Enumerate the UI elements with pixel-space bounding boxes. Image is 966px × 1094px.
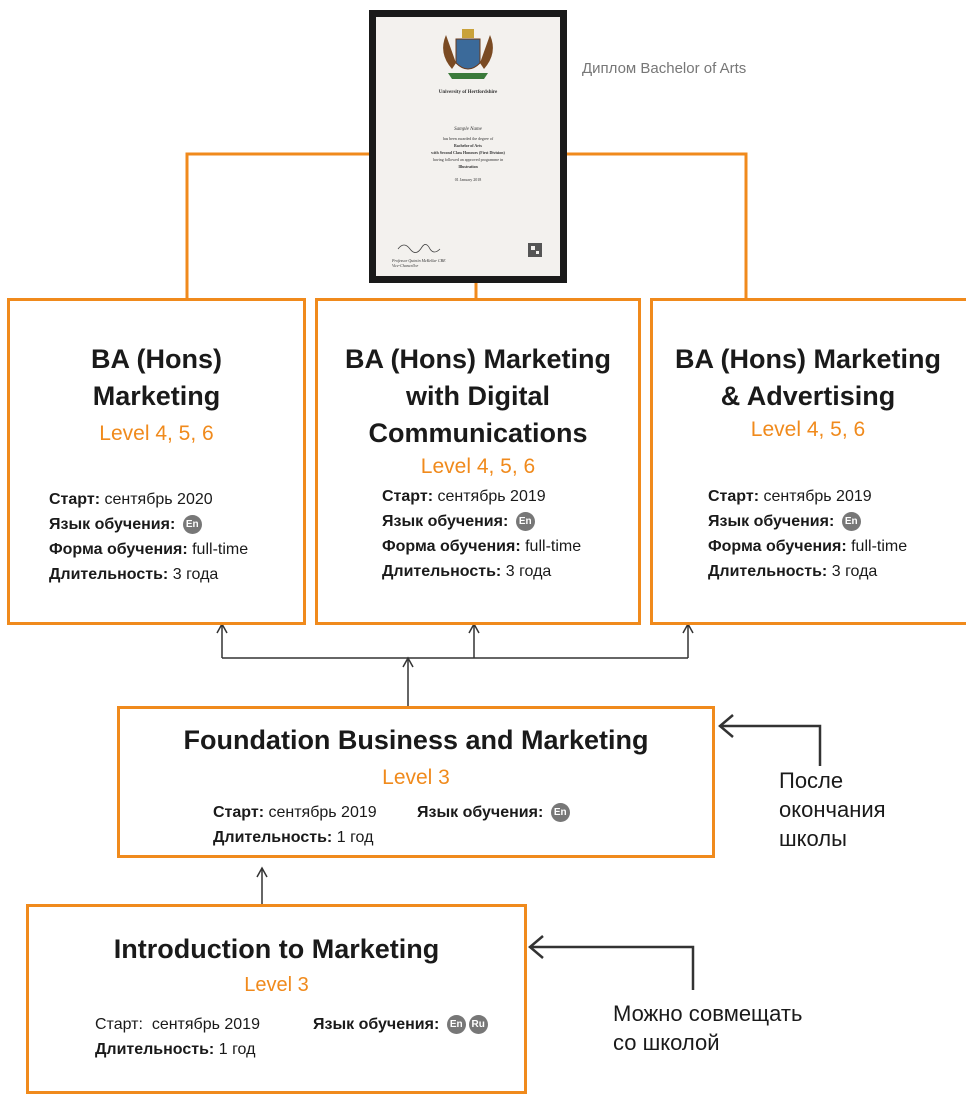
program-title-line: with Digital — [406, 381, 550, 411]
start-label: Старт: — [95, 1016, 143, 1033]
program-title-line: Communications — [368, 418, 588, 448]
diploma-line1: has been awarded the degree of — [442, 136, 494, 141]
foundation-language: Язык обучения: En — [417, 800, 570, 825]
with-school-arrow — [530, 945, 695, 990]
diploma-date: 01 January 2018 — [454, 177, 482, 182]
duration-label: Длительность: — [213, 829, 333, 846]
program-level: Level 4, 5, 6 — [99, 422, 214, 445]
note-line: окончания — [779, 797, 886, 822]
diploma-caption: Диплом Bachelor of Arts — [582, 60, 747, 77]
program-title-line: Marketing — [92, 381, 221, 411]
foundation-title: Foundation Business and Marketing — [183, 725, 649, 755]
duration-label: Длительность: — [708, 563, 828, 580]
note-line: Можно совмещать — [613, 1001, 803, 1026]
program-title-line: BA (Hons) Marketing — [674, 344, 941, 374]
diploma-university: University of Hertfordshire — [438, 90, 498, 95]
duration-value: 3 года — [172, 566, 219, 583]
diploma-honours: with Second Class Honours (First Divisio… — [431, 150, 505, 155]
program-level: Level 4, 5, 6 — [750, 418, 866, 441]
diploma-degree: Bachelor of Arts — [454, 143, 482, 148]
diploma-signatory-title: Vice-Chancellor — [392, 263, 419, 268]
start-label: Старт: — [49, 491, 101, 508]
foundation-card: Foundation Business and Marketing Level … — [117, 706, 715, 858]
foundation-level: Level 3 — [382, 766, 450, 789]
language-label: Язык обучения: — [417, 804, 544, 821]
program-title-line: BA (Hons) — [91, 344, 222, 374]
language-label: Язык обучения: — [708, 513, 835, 530]
start-value: сентябрь 2019 — [437, 488, 546, 505]
intro-title: Introduction to Marketing — [113, 934, 440, 964]
diploma-paper: University of Hertfordshire Sample Name … — [376, 17, 560, 276]
diploma-image: University of Hertfordshire Sample Name … — [369, 10, 567, 283]
program-info: Старт: сентябрь 2019 Язык обучения: En Ф… — [708, 484, 907, 584]
program-title-line: BA (Hons) Marketing — [344, 344, 611, 374]
language-badge-ru: Ru — [468, 1015, 488, 1035]
diploma-line2: having followed an approved programme in — [432, 157, 504, 162]
program-card-ba-marketing-advertising: BA (Hons) Marketing & Advertising Level … — [650, 298, 966, 625]
form-label: Форма обучения: — [708, 538, 847, 555]
duration-value: 1 год — [336, 829, 374, 846]
diploma-name: Sample Name — [454, 127, 482, 132]
language-badge-en: En — [841, 512, 861, 532]
start-value: сентябрь 2019 — [268, 804, 377, 821]
start-value: сентябрь 2019 — [151, 1016, 260, 1033]
start-value: сентябрь 2020 — [104, 491, 213, 508]
program-title-line: & Advertising — [720, 381, 896, 411]
language-label: Язык обучения: — [49, 516, 176, 533]
start-label: Старт: — [382, 488, 434, 505]
note-line: После — [779, 768, 844, 793]
duration-label: Длительность: — [382, 563, 502, 580]
language-badge-en: En — [515, 512, 535, 532]
program-card-ba-marketing-digital: BA (Hons) Marketing with Digital Communi… — [315, 298, 641, 625]
start-value: сентябрь 2019 — [763, 488, 872, 505]
duration-label: Длительность: — [95, 1041, 215, 1058]
form-label: Форма обучения: — [49, 541, 188, 558]
program-level: Level 4, 5, 6 — [420, 455, 536, 478]
form-value: full-time — [851, 538, 908, 555]
diploma-connector-left — [185, 152, 369, 299]
language-label: Язык обучения: — [382, 513, 509, 530]
note-line: со школой — [613, 1030, 720, 1055]
form-value: full-time — [525, 538, 582, 555]
form-label: Форма обучения: — [382, 538, 521, 555]
note-line: школы — [779, 826, 847, 851]
with-school-note: Можно совмещать со школой — [613, 999, 802, 1057]
intro-info: Старт: сентябрь 2019 Длительность: 1 год — [95, 1012, 260, 1062]
after-school-arrow — [720, 724, 822, 766]
program-info: Старт: сентябрь 2020 Язык обучения: En Ф… — [49, 487, 248, 587]
language-badge-en: En — [182, 515, 202, 535]
diploma-connector-right — [567, 152, 748, 299]
form-value: full-time — [192, 541, 249, 558]
after-school-note: После окончания школы — [779, 766, 886, 853]
foundation-info: Старт: сентябрь 2019 Длительность: 1 год — [213, 800, 377, 850]
language-badge-en: En — [446, 1015, 466, 1035]
program-card-ba-marketing: BA (Hons) Marketing Level 4, 5, 6 Старт:… — [7, 298, 306, 625]
start-label: Старт: — [213, 804, 265, 821]
intro-card: Introduction to Marketing Level 3 Старт:… — [26, 904, 527, 1094]
start-label: Старт: — [708, 488, 760, 505]
language-label: Язык обучения: — [313, 1016, 440, 1033]
intro-level: Level 3 — [244, 974, 309, 996]
duration-label: Длительность: — [49, 566, 169, 583]
duration-value: 3 года — [505, 563, 552, 580]
intro-language: Язык обучения: En Ru — [313, 1012, 488, 1037]
diploma-programme: Illustration — [458, 164, 478, 169]
program-info: Старт: сентябрь 2019 Язык обучения: En Ф… — [382, 484, 581, 584]
language-badge-en: En — [550, 803, 570, 823]
duration-value: 1 год — [218, 1041, 256, 1058]
duration-value: 3 года — [831, 563, 878, 580]
